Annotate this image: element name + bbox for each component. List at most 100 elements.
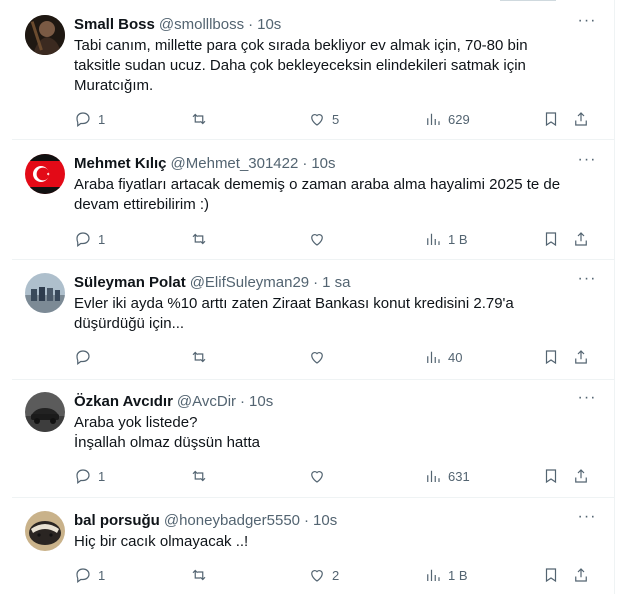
author-name[interactable]: Süleyman Polat [74,273,186,293]
author-handle[interactable]: @Mehmet_301422 [171,154,299,174]
timestamp[interactable]: 1 sa [322,273,350,293]
like-button[interactable] [308,347,332,367]
views-icon [427,470,440,482]
views-button[interactable]: 40 [424,347,462,367]
author-handle[interactable]: @ElifSuleyman29 [190,273,309,293]
like-button[interactable]: 2 [308,565,339,585]
avatar[interactable] [25,273,65,313]
more-options-icon[interactable]: ··· [577,152,597,174]
bookmark-button[interactable] [542,229,560,249]
reply-button[interactable]: 1 [74,109,105,129]
timestamp[interactable]: 10s [249,392,273,412]
share-button[interactable] [572,466,590,486]
reply-count: 1 [98,111,106,127]
view-count: 631 [448,468,470,484]
avatar[interactable] [25,15,65,55]
tweet[interactable]: Small Boss @smolllboss · 10s ··· Tabi ca… [12,0,615,140]
timestamp[interactable]: 10s [313,511,337,531]
tweet-header: Süleyman Polat @ElifSuleyman29 · 1 sa [74,273,607,293]
bookmark-button[interactable] [542,109,560,129]
author-name[interactable]: Small Boss [74,15,155,35]
author-handle[interactable]: @smolllboss [159,15,244,35]
more-options-icon[interactable]: ··· [577,390,597,412]
reply-count: 1 [98,468,106,484]
tweet-text: Tabi canım, millette para çok sırada bek… [74,37,528,94]
timestamp[interactable]: 10s [257,15,281,35]
heart-icon [311,234,323,246]
tweet-text: Evler iki ayda %10 arttı zaten Ziraat Ba… [74,295,514,332]
more-options-icon[interactable]: ··· [577,509,597,531]
views-icon [427,233,440,245]
heart-icon [311,570,323,582]
tweet-actions: 1 1 B [74,229,602,249]
tweet-actions: 1 631 [74,466,602,486]
bookmark-button[interactable] [542,466,560,486]
view-count: 629 [448,111,470,127]
view-count: 1 B [448,567,468,583]
like-button[interactable] [308,466,332,486]
turkish-flag-icon [25,154,65,194]
tweet-header: bal porsuğu @honeybadger5550 · 10s [74,511,607,531]
tweet[interactable]: Süleyman Polat @ElifSuleyman29 · 1 sa ··… [12,260,615,380]
avatar[interactable] [25,392,65,432]
reply-button[interactable]: 1 [74,466,105,486]
share-icon [575,350,587,364]
retweet-icon [192,569,206,581]
share-button[interactable] [572,109,590,129]
avatar[interactable] [25,154,65,194]
view-count: 1 B [448,231,468,247]
bookmark-icon [545,112,557,127]
retweet-button[interactable] [190,109,214,129]
author-handle[interactable]: @honeybadger5550 [164,511,300,531]
avatar[interactable] [25,511,65,551]
reply-icon [76,568,90,583]
views-button[interactable]: 631 [424,466,470,486]
retweet-button[interactable] [190,229,214,249]
views-button[interactable]: 1 B [424,565,468,585]
like-button[interactable]: 5 [308,109,339,129]
bookmark-button[interactable] [542,347,560,367]
separator-dot: · [313,274,319,291]
share-button[interactable] [572,565,590,585]
retweet-button[interactable] [190,466,214,486]
tweet-header: Özkan Avcıdır @AvcDir · 10s [74,392,607,412]
more-options-icon[interactable]: ··· [577,13,597,35]
timestamp[interactable]: 10s [311,154,335,174]
avatar-image [25,15,65,55]
retweet-button[interactable] [190,347,214,367]
views-icon [427,113,440,125]
share-icon [575,568,587,582]
like-button[interactable] [308,229,332,249]
reply-icon [76,350,90,365]
views-icon [427,351,440,363]
views-button[interactable]: 629 [424,109,470,129]
reply-button[interactable] [74,347,98,367]
author-name[interactable]: Özkan Avcıdır [74,392,173,412]
reply-button[interactable]: 1 [74,565,105,585]
author-name[interactable]: Mehmet Kılıç [74,154,167,174]
reply-icon [76,469,90,484]
tweet[interactable]: Mehmet Kılıç @Mehmet_301422 · 10s ··· Ar… [12,140,615,260]
retweet-button[interactable] [190,565,214,585]
avatar-image [25,511,65,551]
avatar-image [25,392,65,432]
tweet[interactable]: bal porsuğu @honeybadger5550 · 10s ··· H… [12,498,615,594]
heart-icon [311,471,323,483]
retweet-icon [192,470,206,482]
share-button[interactable] [572,229,590,249]
scrollbar-thumb[interactable] [633,380,639,420]
reply-count: 1 [98,231,106,247]
scrollbar[interactable] [630,0,640,594]
tweet-header: Mehmet Kılıç @Mehmet_301422 · 10s [74,154,607,174]
tweet[interactable]: Özkan Avcıdır @AvcDir · 10s ··· Araba yo… [12,380,615,498]
views-icon [427,569,440,581]
tweet-actions: 40 [74,347,602,367]
reply-button[interactable]: 1 [74,229,105,249]
author-handle[interactable]: @AvcDir [177,392,236,412]
share-button[interactable] [572,347,590,367]
author-name[interactable]: bal porsuğu [74,511,160,531]
separator-dot: · [304,512,310,529]
views-button[interactable]: 1 B [424,229,468,249]
more-options-icon[interactable]: ··· [577,271,597,293]
bookmark-button[interactable] [542,565,560,585]
